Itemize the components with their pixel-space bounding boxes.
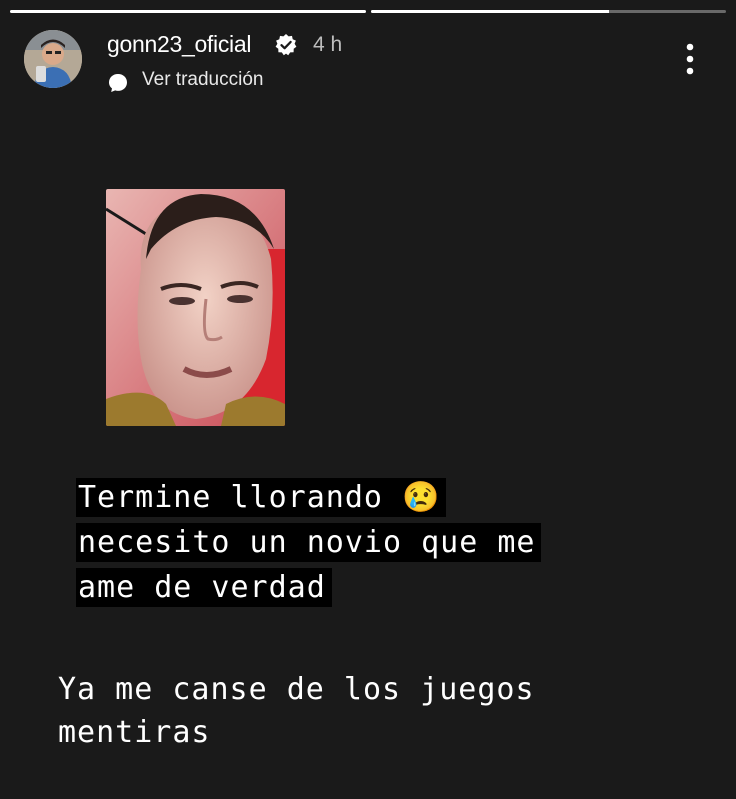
- avatar-image: [24, 30, 82, 88]
- caption-line-2-text: necesito un novio que me: [76, 523, 542, 562]
- avatar[interactable]: [24, 30, 82, 88]
- progress-segment-1: [10, 10, 366, 13]
- story-text-line-1: Ya me canse de los juegos: [58, 672, 535, 707]
- progress-fill-2: [370, 10, 609, 13]
- post-time: 4 h: [313, 33, 343, 56]
- progress-segment-2: [370, 10, 726, 13]
- verified-badge-icon: [275, 34, 297, 56]
- caption-line-3: ame de verdad: [76, 565, 676, 610]
- see-translation-link[interactable]: Ver traducción: [142, 69, 263, 91]
- story-text: Ya me canse de los juegos mentiras: [58, 668, 718, 754]
- more-options-icon[interactable]: [676, 40, 704, 80]
- story-photo: [106, 189, 285, 426]
- caption-line-2: necesito un novio que me: [76, 520, 676, 565]
- progress-fill-1: [10, 10, 366, 13]
- highlighted-caption: Termine llorando 😢 necesito un novio que…: [76, 475, 676, 610]
- translate-bubble-icon: [109, 74, 127, 92]
- caption-line-1: Termine llorando 😢: [76, 475, 676, 520]
- selfie-image: [106, 189, 285, 426]
- caption-line-1-text: Termine llorando 😢: [76, 478, 447, 517]
- story-text-line-2: mentiras: [58, 715, 211, 750]
- story-progress-bars: [10, 10, 726, 13]
- username[interactable]: gonn23_oficial: [107, 31, 251, 58]
- caption-line-3-text: ame de verdad: [76, 568, 332, 607]
